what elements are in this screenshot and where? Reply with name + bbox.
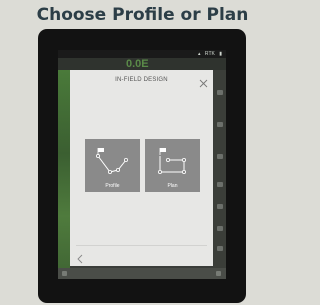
dialog-title: IN-FIELD DESIGN (115, 77, 168, 83)
toolbar-icon[interactable] (217, 182, 223, 187)
close-icon[interactable] (199, 75, 208, 88)
chevron-left-icon[interactable] (76, 251, 85, 264)
rtk-label: RTK (204, 51, 215, 57)
in-field-design-dialog: IN-FIELD DESIGN Profile Plan (70, 70, 213, 266)
toolbar-icon[interactable] (217, 204, 223, 209)
toolbar-icon[interactable] (217, 122, 223, 127)
battery-icon: ▮ (219, 51, 222, 57)
status-icons: ▴ RTK ▮ (195, 50, 222, 58)
profile-label: Profile (105, 183, 120, 189)
toolbar-icon[interactable] (217, 226, 223, 231)
bottom-toolbar (58, 268, 226, 279)
bottom-toolbar-icon[interactable] (62, 271, 67, 276)
field-map-strip (58, 70, 70, 279)
plan-label: Plan (167, 183, 178, 189)
dialog-divider (76, 245, 207, 246)
bottom-toolbar-icon[interactable] (216, 271, 221, 276)
speed-readout: 0.0E (126, 58, 149, 70)
toolbar-icon[interactable] (217, 90, 223, 95)
status-bar: ▴ RTK ▮ (58, 50, 226, 58)
wifi-icon: ▴ (198, 51, 201, 57)
toolbar-icon[interactable] (217, 154, 223, 159)
right-toolbar (214, 70, 226, 279)
plan-button[interactable]: Plan (145, 139, 200, 192)
toolbar-icon[interactable] (217, 246, 223, 251)
tablet-screen: ▴ RTK ▮ 0.0E IN-FIELD DESIGN Profile Pla… (58, 50, 226, 279)
profile-button[interactable]: Profile (85, 139, 140, 192)
page-heading: Choose Profile or Plan (36, 5, 249, 25)
